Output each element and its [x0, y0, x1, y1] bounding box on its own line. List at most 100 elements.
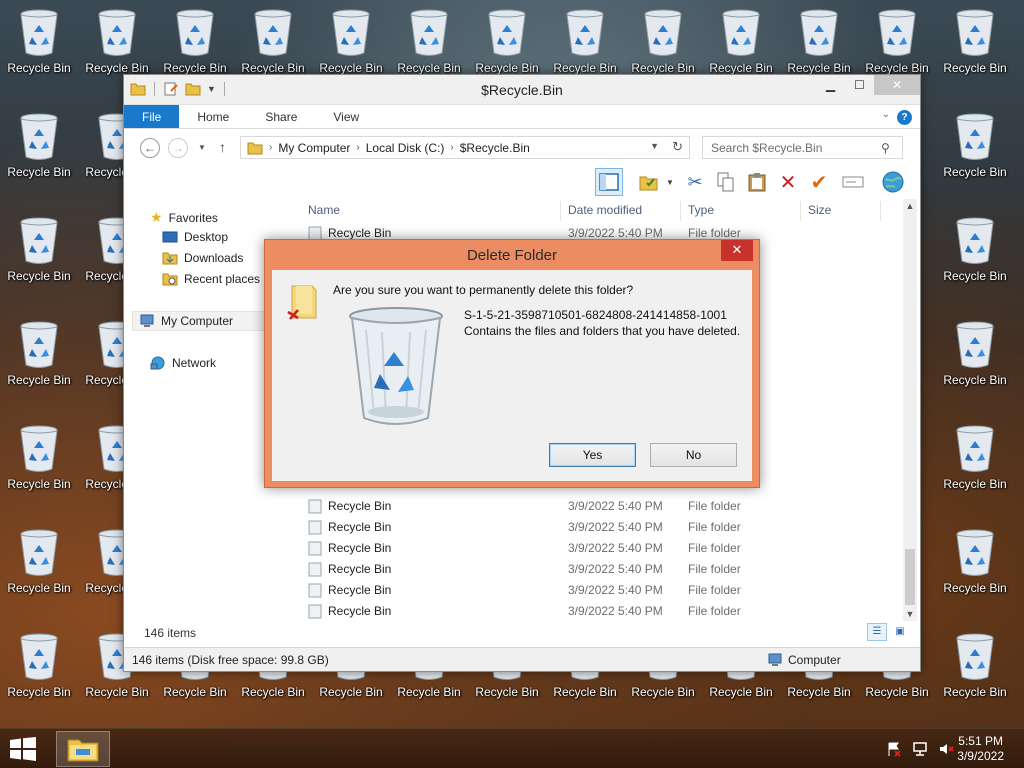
- file-explorer-icon: [67, 739, 99, 762]
- recent-locations-icon[interactable]: ▼: [198, 143, 206, 152]
- table-row[interactable]: Recycle Bin 3/9/2022 5:40 PM File folder: [300, 559, 880, 580]
- desktop-icon-recycle-bin[interactable]: Recycle Bin: [0, 208, 78, 304]
- textbox-icon: [842, 176, 864, 188]
- dialog-close-button[interactable]: ✕: [721, 240, 753, 261]
- column-divider[interactable]: [680, 201, 681, 221]
- recycle-bin-icon: [308, 604, 322, 619]
- row-name: Recycle Bin: [328, 604, 392, 618]
- scroll-up-icon[interactable]: ▲: [903, 199, 917, 213]
- copy-button[interactable]: [712, 168, 740, 196]
- scroll-down-icon[interactable]: ▼: [903, 607, 917, 621]
- network-status-icon[interactable]: [912, 741, 928, 757]
- recycle-bin-icon: [20, 9, 58, 56]
- expand-ribbon-icon[interactable]: ⌄: [882, 109, 890, 120]
- breadcrumb-my-computer[interactable]: My Computer: [278, 141, 350, 155]
- scroll-thumb[interactable]: [905, 549, 915, 605]
- table-row[interactable]: Recycle Bin 3/9/2022 5:40 PM File folder: [300, 538, 880, 559]
- desktop-icon-recycle-bin[interactable]: Recycle Bin: [0, 0, 78, 96]
- delete-button[interactable]: ✕: [774, 168, 802, 196]
- tab-file[interactable]: File: [124, 105, 180, 128]
- desktop-icon-recycle-bin[interactable]: Recycle Bin: [0, 520, 78, 616]
- desktop-icon-label: Recycle Bin: [943, 165, 1007, 179]
- desktop-icon-recycle-bin[interactable]: Recycle Bin: [936, 520, 1014, 616]
- desktop-icon-recycle-bin[interactable]: Recycle Bin: [0, 624, 78, 720]
- column-header-type[interactable]: Type: [688, 203, 714, 217]
- breadcrumb-recycle-bin[interactable]: $Recycle.Bin: [460, 141, 530, 155]
- desktop-icon-recycle-bin[interactable]: Recycle Bin: [936, 624, 1014, 720]
- properties-button[interactable]: [635, 168, 663, 196]
- column-header-date[interactable]: Date modified: [568, 203, 642, 217]
- desktop-icon-recycle-bin[interactable]: Recycle Bin: [0, 104, 78, 200]
- title-bar[interactable]: ▼ $Recycle.Bin ▁ ☐ ✕: [124, 75, 920, 105]
- nav-favorites[interactable]: ★ Favorites: [150, 209, 218, 226]
- volume-muted-icon[interactable]: [938, 741, 954, 757]
- column-divider[interactable]: [560, 201, 561, 221]
- table-row[interactable]: Recycle Bin 3/9/2022 5:40 PM File folder: [300, 496, 880, 517]
- desktop-icon-recycle-bin[interactable]: Recycle Bin: [936, 208, 1014, 304]
- tab-view[interactable]: View: [315, 105, 377, 128]
- desktop-icon-recycle-bin[interactable]: Recycle Bin: [936, 312, 1014, 408]
- nav-downloads[interactable]: Downloads: [162, 251, 243, 265]
- desktop-icon-recycle-bin[interactable]: Recycle Bin: [936, 416, 1014, 512]
- globe-button[interactable]: [879, 168, 907, 196]
- nav-desktop-label: Desktop: [184, 230, 229, 244]
- large-icons-view-button[interactable]: ▣: [890, 623, 910, 641]
- search-icon[interactable]: ⚲: [881, 141, 912, 155]
- back-button[interactable]: ←: [140, 138, 160, 158]
- nav-recent-label: Recent places: [184, 272, 261, 286]
- recycle-bin-icon: [20, 113, 58, 160]
- nav-desktop[interactable]: Desktop: [162, 230, 228, 244]
- desktop-icon-label: Recycle Bin: [397, 685, 461, 699]
- vertical-scrollbar[interactable]: ▲ ▼: [903, 199, 917, 621]
- cut-button[interactable]: ✂: [681, 168, 709, 196]
- help-icon[interactable]: ?: [897, 110, 912, 125]
- close-button[interactable]: ✕: [874, 75, 920, 95]
- desktop-icon-label: Recycle Bin: [241, 61, 305, 75]
- table-row[interactable]: Recycle Bin 3/9/2022 5:40 PM File folder: [300, 517, 880, 538]
- desktop-icon-label: Recycle Bin: [709, 685, 773, 699]
- column-divider[interactable]: [880, 201, 881, 221]
- rename-button[interactable]: ✔: [805, 168, 833, 196]
- no-button[interactable]: No: [650, 443, 737, 467]
- desktop-icon-recycle-bin[interactable]: Recycle Bin: [0, 416, 78, 512]
- nav-recent-places[interactable]: Recent places: [162, 272, 260, 286]
- select-button[interactable]: [839, 168, 867, 196]
- windows-start-icon[interactable]: [8, 737, 38, 761]
- search-input[interactable]: Search $Recycle.Bin: [702, 136, 903, 159]
- table-row[interactable]: Recycle Bin 3/9/2022 5:40 PM File folder: [300, 580, 880, 601]
- ribbon-tabs: File Home Share View ⌄ ?: [124, 105, 920, 129]
- desktop-icon-label: Recycle Bin: [553, 685, 617, 699]
- desktop-icon-recycle-bin[interactable]: Recycle Bin: [0, 312, 78, 408]
- action-center-flag-icon[interactable]: [886, 741, 902, 757]
- tab-share[interactable]: Share: [247, 105, 315, 128]
- recycle-bin-icon: [956, 529, 994, 576]
- desktop-icon-recycle-bin[interactable]: Recycle Bin: [936, 0, 1014, 96]
- minimize-button[interactable]: ▁: [816, 75, 845, 95]
- recycle-bin-icon: [308, 583, 322, 598]
- desktop-icon-recycle-bin[interactable]: Recycle Bin: [936, 104, 1014, 200]
- preview-pane-button[interactable]: [595, 168, 623, 196]
- column-header-name[interactable]: Name: [308, 203, 340, 217]
- column-divider[interactable]: [800, 201, 801, 221]
- yes-button[interactable]: Yes: [549, 443, 636, 467]
- column-header-size[interactable]: Size: [808, 203, 831, 217]
- paste-button[interactable]: [743, 168, 771, 196]
- desktop-icon-label: Recycle Bin: [319, 61, 383, 75]
- row-name: Recycle Bin: [328, 520, 392, 534]
- clock[interactable]: 5:51 PM 3/9/2022: [957, 734, 1004, 764]
- address-bar[interactable]: › My Computer › Local Disk (C:) › $Recyc…: [240, 136, 690, 159]
- address-dropdown-icon[interactable]: ▼: [650, 141, 659, 151]
- table-row[interactable]: Recycle Bin 3/9/2022 5:40 PM File folder: [300, 601, 880, 622]
- nav-network[interactable]: Network: [150, 356, 216, 370]
- window-title: $Recycle.Bin: [481, 82, 563, 98]
- dropdown-icon[interactable]: ▼: [666, 178, 674, 187]
- up-arrow-icon[interactable]: ↑: [219, 139, 226, 155]
- refresh-icon[interactable]: ↻: [672, 139, 683, 155]
- maximize-button[interactable]: ☐: [845, 75, 874, 95]
- forward-button[interactable]: →: [168, 138, 188, 158]
- breadcrumb-local-disk[interactable]: Local Disk (C:): [366, 141, 445, 155]
- details-view-button[interactable]: ☰: [867, 623, 887, 641]
- taskbar-file-explorer-button[interactable]: [56, 731, 110, 767]
- tab-home[interactable]: Home: [179, 105, 247, 128]
- copy-icon: [717, 172, 734, 192]
